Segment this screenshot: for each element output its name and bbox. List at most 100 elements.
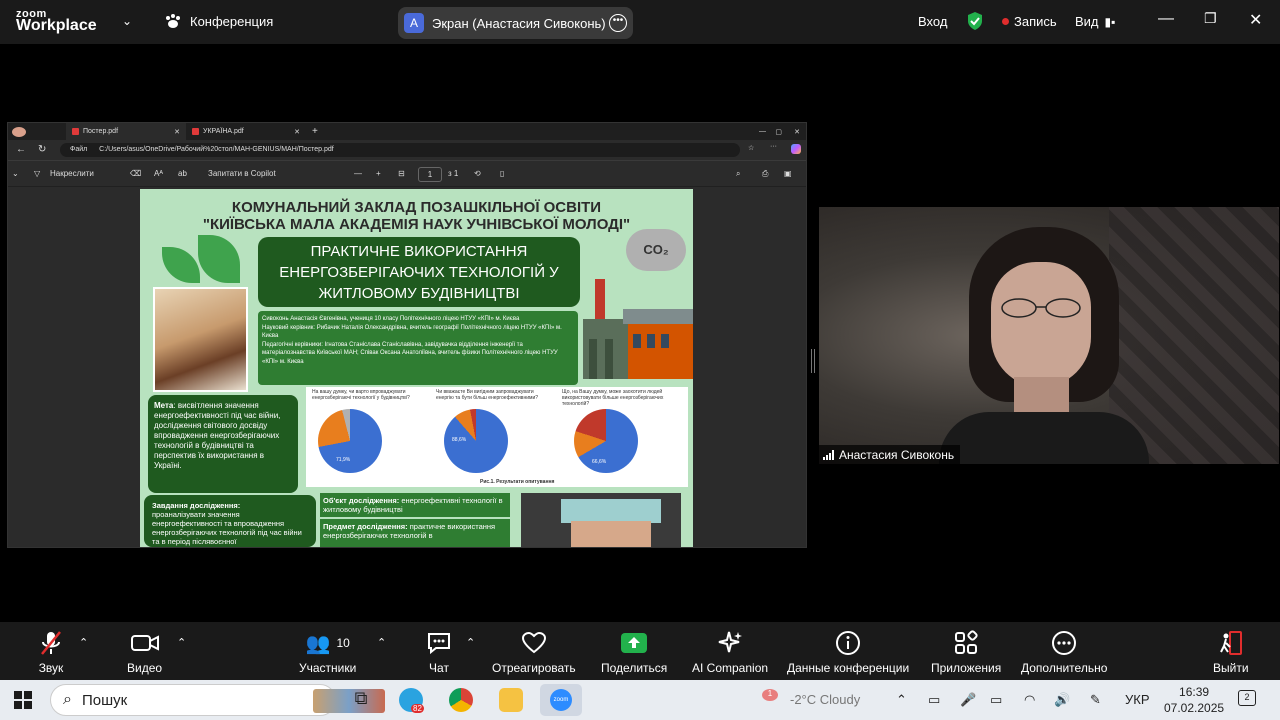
tab-close-icon[interactable]: ✕	[294, 128, 300, 136]
share-screen-icon	[621, 633, 648, 653]
pdf-search-icon[interactable]: ⌕	[736, 169, 740, 179]
fit-page-icon[interactable]: ⊟	[398, 169, 405, 178]
copilot-icon[interactable]	[791, 144, 801, 154]
pie-chart-1	[318, 409, 382, 473]
browser-close-icon[interactable]: ✕	[794, 128, 800, 136]
participants-count: 10	[336, 636, 350, 650]
pdf-toolbar: ⌄ ▽ Накреслити ⌫ Aᴬ ab Запитати в Copilo…	[8, 160, 806, 186]
view-layout-icon: ▮▪	[1104, 14, 1116, 29]
tab-ukraine[interactable]: УКРАЇНА.pdf ✕	[186, 123, 306, 140]
minimize-icon[interactable]: —	[1158, 10, 1174, 28]
share-options-icon[interactable]: •••	[609, 14, 627, 32]
tab-poster[interactable]: Постер.pdf ✕	[66, 123, 186, 140]
research-subject: Предмет дослідження: практичне використа…	[320, 519, 510, 547]
participants-button[interactable]: 👥 10 Участники	[299, 630, 356, 676]
mic-muted-icon	[41, 631, 61, 655]
author-photo	[153, 287, 248, 392]
more-icon	[1052, 631, 1077, 655]
apps-button[interactable]: Приложения	[931, 630, 1001, 675]
zoom-in-icon[interactable]: +	[376, 169, 381, 178]
zoom-icon: zoom	[550, 689, 572, 711]
tasks-block: Завдання дослідження: проаналізувати зна…	[144, 495, 316, 547]
pie-chart-2-label: 88,6%	[452, 437, 467, 443]
screen-share-indicator[interactable]: A Экран (Анастасия Сивоконь) •••	[398, 7, 633, 39]
task-view-icon[interactable]: ⧉	[349, 688, 373, 712]
participant-video[interactable]	[819, 207, 1279, 464]
battery-icon[interactable]: ▭	[990, 692, 1002, 708]
ask-copilot-button[interactable]: Запитати в Copilot	[208, 169, 276, 178]
co2-cloud: CO₂	[626, 229, 686, 271]
page-number-input[interactable]: 1	[418, 167, 442, 182]
refresh-icon[interactable]: ↻	[38, 144, 46, 155]
chat-icon	[428, 633, 450, 655]
eraser-icon[interactable]: ⌫	[130, 169, 141, 178]
app-menu-chevron-icon[interactable]: ⌄	[122, 14, 132, 28]
audio-options-chevron-icon[interactable]: ⌃	[79, 636, 88, 649]
react-button[interactable]: Отреагировать	[492, 630, 576, 675]
tray-device-icon[interactable]: ▭	[928, 692, 940, 708]
zoom-out-icon[interactable]: —	[354, 169, 362, 178]
language-indicator[interactable]: УКР	[1125, 692, 1150, 707]
pie-chart-3-label: 66,6%	[592, 459, 607, 465]
page-total: з 1	[448, 169, 459, 178]
security-shield-icon[interactable]	[966, 11, 984, 34]
wifi-icon[interactable]: ◠	[1024, 692, 1035, 708]
chrome-icon[interactable]	[449, 688, 473, 712]
favorites-icon[interactable]: ☆	[748, 144, 754, 152]
tab-close-icon[interactable]: ✕	[174, 128, 180, 136]
ai-companion-button[interactable]: AI Companion	[692, 630, 768, 675]
tray-mic-icon[interactable]: 🎤	[960, 692, 976, 708]
record-button[interactable]: Запись	[1002, 14, 1057, 29]
page-view-icon[interactable]: ▯	[500, 169, 504, 178]
zoom-title-bar: zoom Workplace ⌄ Конференция A Экран (Ан…	[0, 0, 1280, 44]
browser-minimize-icon[interactable]: —	[759, 128, 766, 135]
close-icon[interactable]: ✕	[1249, 10, 1262, 30]
browser-restore-icon[interactable]: ▢	[775, 128, 782, 136]
toolbar-collapse-icon[interactable]: ⌄	[12, 169, 19, 178]
back-icon[interactable]: ←	[16, 144, 26, 155]
volume-icon[interactable]: 🔊	[1054, 692, 1070, 708]
poster-title: ПРАКТИЧНЕ ВИКОРИСТАННЯ ЕНЕРГОЗБЕРІГАЮЧИХ…	[258, 237, 580, 307]
windows-start-icon[interactable]	[14, 691, 32, 709]
heart-icon	[521, 631, 546, 654]
poster-header: КОМУНАЛЬНИЙ ЗАКЛАД ПОЗАШКІЛЬНОЇ ОСВІТИ "…	[202, 199, 631, 233]
new-tab-icon[interactable]: +	[312, 126, 318, 137]
file-explorer-icon[interactable]	[499, 688, 523, 712]
audio-button[interactable]: Звук	[38, 630, 64, 675]
participants-options-chevron-icon[interactable]: ⌃	[377, 636, 386, 649]
notifications-icon[interactable]: 2	[1238, 690, 1256, 706]
print-icon[interactable]: ⎙	[762, 169, 768, 179]
pen-icon[interactable]: ✎	[1090, 692, 1101, 708]
taskbar-search-input[interactable]: ⌕ Пошук	[50, 684, 385, 716]
draw-button[interactable]: Накреслити	[50, 169, 94, 178]
view-button[interactable]: Вид ▮▪	[1075, 14, 1115, 29]
address-bar[interactable]: Файл C:/Users/asus/OneDrive/Рабочий%20ст…	[60, 143, 740, 157]
share-screen-button[interactable]: Поделиться	[601, 630, 667, 675]
tray-overflow-icon[interactable]: ⌃	[896, 692, 907, 708]
read-aloud-icon[interactable]: ab	[178, 169, 187, 178]
record-dot-icon	[1002, 18, 1009, 25]
weather-widget[interactable]: -2°C Cloudy	[790, 692, 860, 707]
conference-button[interactable]: Конференция	[164, 13, 273, 29]
leave-button[interactable]: Выйти	[1213, 630, 1249, 675]
chat-options-chevron-icon[interactable]: ⌃	[466, 636, 475, 649]
rotate-icon[interactable]: ⟲	[474, 169, 481, 178]
poster-page: КОМУНАЛЬНИЙ ЗАКЛАД ПОЗАШКІЛЬНОЇ ОСВІТИ "…	[140, 189, 693, 547]
enter-button[interactable]: Вход	[918, 14, 947, 29]
browser-menu-icon[interactable]: ···	[770, 143, 777, 150]
text-size-icon[interactable]: Aᴬ	[154, 169, 163, 178]
splitter-handle[interactable]	[811, 349, 815, 373]
zoom-taskbar-button[interactable]: zoom	[540, 684, 582, 716]
chat-button[interactable]: Чат	[426, 630, 452, 675]
save-icon[interactable]: ▣	[784, 169, 792, 178]
restore-icon[interactable]: ❐	[1204, 10, 1217, 27]
meeting-info-button[interactable]: Данные конференции	[787, 630, 909, 675]
clock[interactable]: 16:39 07.02.2025	[1164, 684, 1224, 716]
profile-avatar[interactable]	[12, 126, 26, 137]
telegram-badge: 82	[411, 704, 424, 713]
question-3: Що, на Вашу думку, може заохотити людей …	[562, 389, 664, 407]
video-options-chevron-icon[interactable]: ⌃	[177, 636, 186, 649]
video-button[interactable]: Видео	[127, 630, 162, 675]
factory-illustration	[583, 279, 693, 379]
more-button[interactable]: Дополнительно	[1021, 630, 1107, 675]
